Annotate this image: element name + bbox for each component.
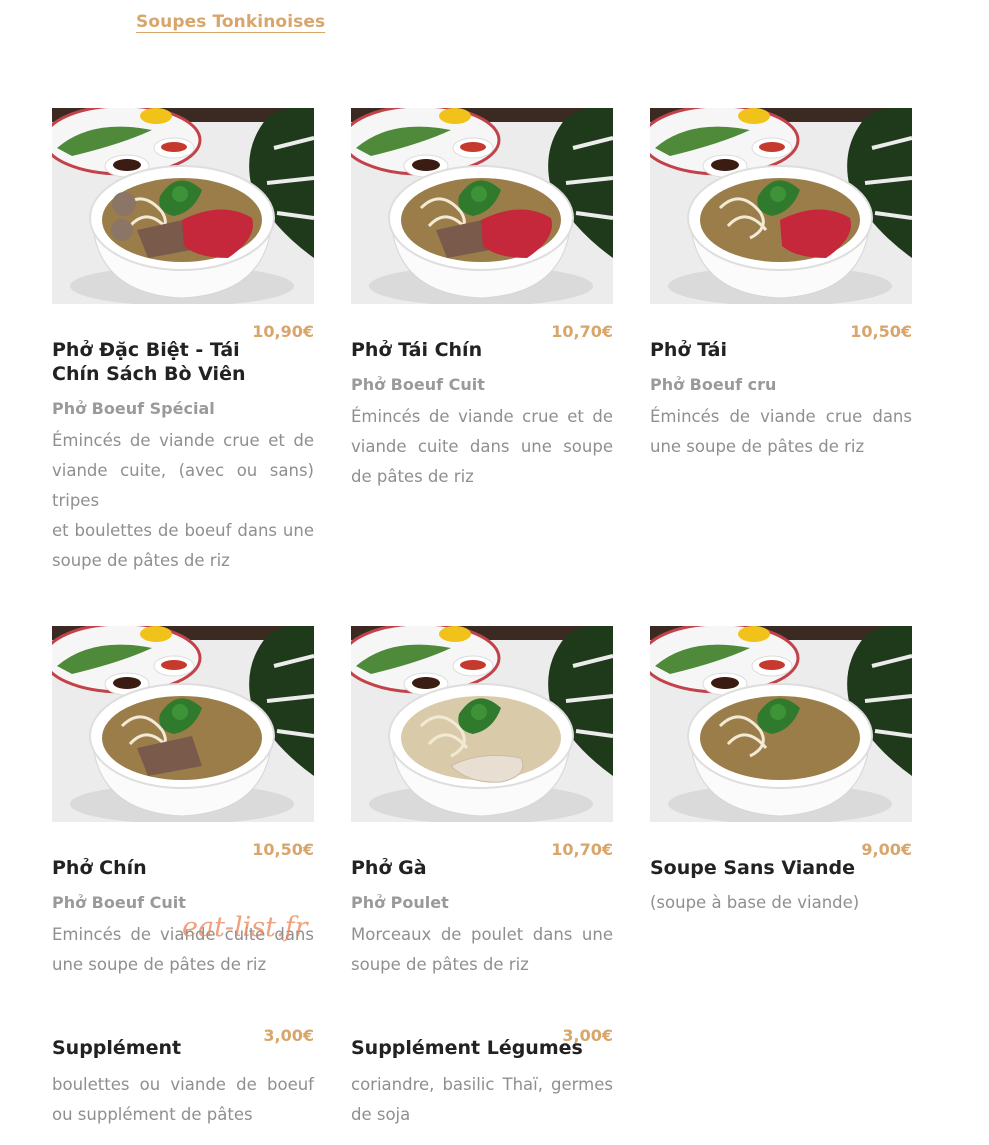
item-description: coriandre, basilic Thaï, germes de soja: [351, 1075, 613, 1124]
dish-photo[interactable]: [52, 626, 314, 822]
menu-item-card: 10,70€ Phở Tái Chín Phở Boeuf Cuit Éminc…: [351, 108, 613, 486]
item-description: Émincés de viande crue et de viande cuit…: [52, 431, 314, 510]
dish-photo-image: [52, 626, 314, 822]
item-description: Emincés de viande cuite dans une soupe d…: [52, 925, 314, 974]
dish-photo-image: [650, 626, 912, 822]
item-subtitle: Phở Boeuf Cuit: [351, 375, 485, 394]
menu-item-card: 10,50€ Phở Chín Phở Boeuf Cuit Emincés d…: [52, 626, 314, 974]
lime-slice: [140, 626, 172, 642]
lime-slice: [738, 626, 770, 642]
meatball: [112, 192, 136, 216]
chili-sauce: [759, 142, 785, 152]
sauce: [412, 677, 440, 689]
dish-photo-image: [351, 108, 613, 304]
lime-slice: [140, 108, 172, 124]
item-description: Émincés de viande crue et de viande cuit…: [351, 407, 613, 486]
dish-photo[interactable]: [650, 626, 912, 822]
sauce: [412, 159, 440, 171]
coriander-leaf: [172, 186, 188, 202]
chili-sauce: [759, 660, 785, 670]
sauce: [113, 159, 141, 171]
dish-photo-image: [52, 108, 314, 304]
item-subtitle: Phở Boeuf cru: [650, 375, 777, 394]
item-title: Phở Chín: [52, 857, 147, 879]
menu-item-card: 9,00€ Soupe Sans Viande (soupe à base de…: [650, 626, 912, 912]
menu-item-card: 10,90€ Phở Đặc Biệt - Tái Chín Sách Bò V…: [52, 108, 314, 570]
item-description-continued: et boulettes de boeuf dans une soupe de …: [52, 521, 314, 570]
sauce: [711, 159, 739, 171]
item-title: Phở Tái Chín: [351, 339, 483, 361]
sauce: [113, 677, 141, 689]
coriander-leaf: [770, 186, 786, 202]
dish-photo[interactable]: [52, 108, 314, 304]
item-description: (soupe à base de viande): [650, 893, 860, 912]
chili-sauce: [460, 660, 486, 670]
dish-photo[interactable]: [351, 626, 613, 822]
meatball: [111, 219, 133, 241]
lime-slice: [738, 108, 770, 124]
coriander-leaf: [172, 704, 188, 720]
item-title: Phở Tái: [650, 339, 727, 361]
item-title: Phở Gà: [351, 857, 427, 879]
lime-slice: [439, 626, 471, 642]
sauce: [711, 677, 739, 689]
lime-slice: [439, 108, 471, 124]
item-title: Supplément Légumes: [351, 1037, 583, 1059]
item-subtitle: Phở Boeuf Spécial: [52, 399, 215, 418]
dish-photo-image: [650, 108, 912, 304]
item-title: Phở Đặc Biệt - Tái Chín Sách Bò Viên: [52, 339, 246, 385]
item-subtitle: Phở Poulet: [351, 893, 449, 912]
chili-sauce: [161, 142, 187, 152]
chili-sauce: [460, 142, 486, 152]
dish-photo[interactable]: [650, 108, 912, 304]
chili-sauce: [161, 660, 187, 670]
coriander-leaf: [770, 704, 786, 720]
dish-photo-image: [351, 626, 613, 822]
coriander-leaf: [471, 704, 487, 720]
coriander-leaf: [471, 186, 487, 202]
item-title: Supplément: [52, 1037, 182, 1059]
menu-item-card: 10,70€ Phở Gà Phở Poulet Morceaux de pou…: [351, 626, 613, 974]
item-description: boulettes ou viande de boeuf ou suppléme…: [52, 1075, 314, 1124]
menu-item-card: 10,50€ Phở Tái Phở Boeuf cru Émincés de …: [650, 108, 912, 456]
item-description: Émincés de viande crue dans une soupe de…: [650, 407, 912, 456]
item-subtitle: Phở Boeuf Cuit: [52, 893, 186, 912]
item-description: Morceaux de poulet dans une soupe de pât…: [351, 925, 613, 974]
item-title: Soupe Sans Viande: [650, 857, 856, 879]
dish-photo[interactable]: [351, 108, 613, 304]
category-link-soupes-tonkinoises[interactable]: Soupes Tonkinoises: [136, 12, 325, 32]
